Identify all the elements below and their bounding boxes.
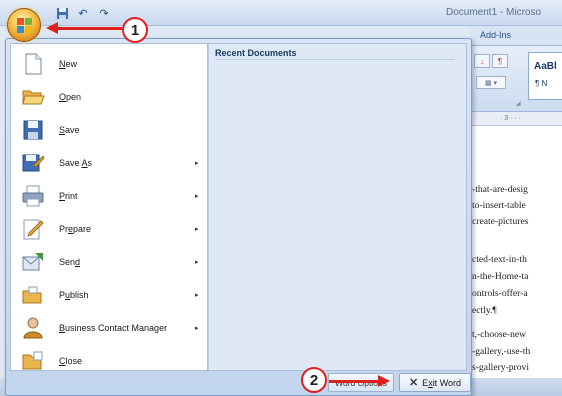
submenu-arrow-icon: ▸	[195, 225, 199, 233]
menu-item-new[interactable]: New	[11, 47, 207, 80]
menu-item-label: Save As	[59, 157, 93, 168]
document-line: -that-are-desig	[472, 184, 528, 195]
recent-documents-pane: Recent Documents	[208, 43, 467, 371]
redo-icon[interactable]: ↷	[96, 5, 112, 21]
style-sample: AaBl	[534, 61, 557, 72]
document-area[interactable]: -that-are-desig to-insert-table create-p…	[470, 126, 562, 396]
office-menu: New Open Save Save As ▸ Print ▸ Prepare …	[5, 38, 472, 396]
close-x-icon: ✕	[408, 377, 419, 389]
annotation-callout-2: 2	[301, 367, 327, 393]
contact-manager-icon	[23, 317, 43, 339]
document-line: ectly.¶	[472, 305, 497, 316]
window-title: Document1 - Microso	[446, 7, 542, 18]
submenu-arrow-icon: ▸	[195, 291, 199, 299]
office-button[interactable]	[7, 8, 41, 42]
dialog-launcher-icon[interactable]: ◢	[516, 100, 521, 107]
style-name: ¶ N	[535, 79, 548, 88]
menu-item-label: Prepare	[59, 223, 92, 234]
document-line: cted-text-in-th	[472, 254, 527, 265]
divider	[215, 59, 455, 60]
menu-item-label: Send	[59, 256, 81, 267]
menu-item-save[interactable]: Save	[11, 113, 207, 146]
submenu-arrow-icon: ▸	[195, 192, 199, 200]
prepare-icon	[23, 219, 44, 240]
send-icon	[22, 253, 43, 271]
ribbon: ↓ ¶ ▦ ▾ ◢ AaBl ¶ N	[470, 46, 562, 112]
title-bar: ↶ ↷ Document1 - Microso	[0, 0, 562, 26]
exit-word-button[interactable]: ✕ Exit Word	[399, 373, 471, 392]
styles-gallery[interactable]: AaBl ¶ N	[528, 52, 562, 100]
ribbon-tabs: Add-Ins	[470, 26, 562, 46]
new-document-icon	[25, 53, 42, 75]
menu-item-business-contact-manager[interactable]: Business Contact Manager ▸	[11, 311, 207, 344]
menu-item-label: Business Contact Manager	[59, 322, 168, 333]
open-folder-icon	[22, 90, 45, 105]
menu-item-label: Open	[59, 91, 82, 102]
menu-item-send[interactable]: Send ▸	[11, 245, 207, 278]
borders-dropdown-icon[interactable]: ▦ ▾	[476, 76, 506, 89]
submenu-arrow-icon: ▸	[195, 324, 199, 332]
submenu-arrow-icon: ▸	[195, 258, 199, 266]
save-as-icon	[22, 154, 45, 172]
menu-item-prepare[interactable]: Prepare ▸	[11, 212, 207, 245]
printer-icon	[22, 185, 44, 207]
close-folder-icon	[22, 351, 43, 370]
menu-item-label: Publish	[59, 289, 89, 300]
office-logo-icon	[17, 18, 33, 34]
menu-item-label: New	[59, 58, 78, 69]
annotation-arrow-line	[56, 27, 122, 30]
document-line: s-gallery-provi	[472, 362, 530, 373]
save-icon[interactable]	[54, 5, 70, 21]
menu-item-print[interactable]: Print ▸	[11, 179, 207, 212]
exit-word-label: Exit Word	[422, 377, 462, 388]
office-menu-footer: Word Options ✕ Exit Word	[10, 373, 471, 393]
submenu-arrow-icon: ▸	[195, 159, 199, 167]
menu-item-open[interactable]: Open	[11, 80, 207, 113]
annotation-arrow-icon	[378, 375, 390, 387]
menu-item-label: Save	[59, 124, 80, 135]
quick-access-toolbar: ↶ ↷	[54, 3, 112, 23]
tab-add-ins[interactable]: Add-Ins	[480, 30, 511, 40]
menu-item-label: Close	[59, 355, 83, 366]
document-line: create-pictures	[472, 216, 529, 227]
publish-icon	[22, 286, 42, 304]
annotation-callout-1: 1	[122, 17, 148, 43]
annotation-arrow-line	[329, 380, 381, 383]
document-line: -gallery,-use-th	[472, 346, 531, 357]
menu-item-publish[interactable]: Publish ▸	[11, 278, 207, 311]
document-line: ontrols-offer-a	[472, 288, 528, 299]
office-menu-commands: New Open Save Save As ▸ Print ▸ Prepare …	[10, 43, 208, 371]
pilcrow-icon[interactable]: ¶	[492, 54, 508, 68]
menu-item-label: Print	[59, 190, 78, 201]
sort-icon[interactable]: ↓	[474, 54, 490, 68]
menu-item-save-as[interactable]: Save As ▸	[11, 146, 207, 179]
undo-icon[interactable]: ↶	[75, 5, 91, 21]
document-line: t,-choose-new	[472, 329, 527, 340]
save-icon	[23, 120, 43, 140]
recent-documents-title: Recent Documents	[215, 48, 297, 58]
document-line: to-insert-table	[472, 200, 526, 211]
document-line: n-the-Home-ta	[472, 271, 529, 282]
ruler: · 3 · · ·	[470, 112, 562, 126]
